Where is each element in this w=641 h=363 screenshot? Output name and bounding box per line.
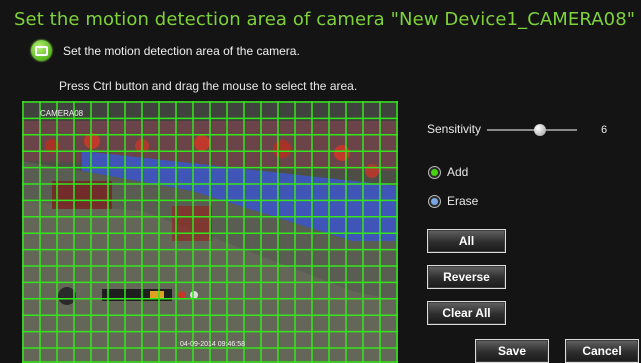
sensitivity-slider[interactable] [487,123,577,137]
sensitivity-value: 6 [601,124,608,136]
sensitivity-label: Sensitivity [427,122,482,136]
instruction-text: Press Ctrl button and drag the mouse to … [59,79,358,93]
camera-preview[interactable]: CAMERA08 04-09-2014 09:46:58 [22,101,398,363]
subtitle: Set the motion detection area of the cam… [63,43,300,58]
erase-radio[interactable] [428,194,441,208]
add-label: Add [447,165,469,179]
radio-dot-icon [431,168,438,176]
erase-label: Erase [447,194,479,208]
camera-name-overlay: CAMERA08 [40,109,84,118]
timestamp-overlay: 04-09-2014 09:46:58 [180,341,245,348]
all-button[interactable]: All [427,229,506,253]
add-radio-option[interactable]: Add [428,165,468,179]
erase-radio-option[interactable]: Erase [428,194,478,208]
clear-all-button[interactable]: Clear All [427,301,506,325]
save-button[interactable]: Save [475,339,549,363]
subtitle-bar: Set the motion detection area of the cam… [31,40,300,61]
slider-track [487,129,577,131]
dialog-title: Set the motion detection area of camera … [14,9,636,30]
radio-dot-icon [431,197,438,205]
cancel-button[interactable]: Cancel [565,339,639,363]
chat-bubble-icon [31,40,52,61]
reverse-button[interactable]: Reverse [427,265,506,289]
add-radio[interactable] [428,165,441,179]
motion-grid[interactable] [22,101,398,363]
slider-thumb[interactable] [533,124,546,136]
